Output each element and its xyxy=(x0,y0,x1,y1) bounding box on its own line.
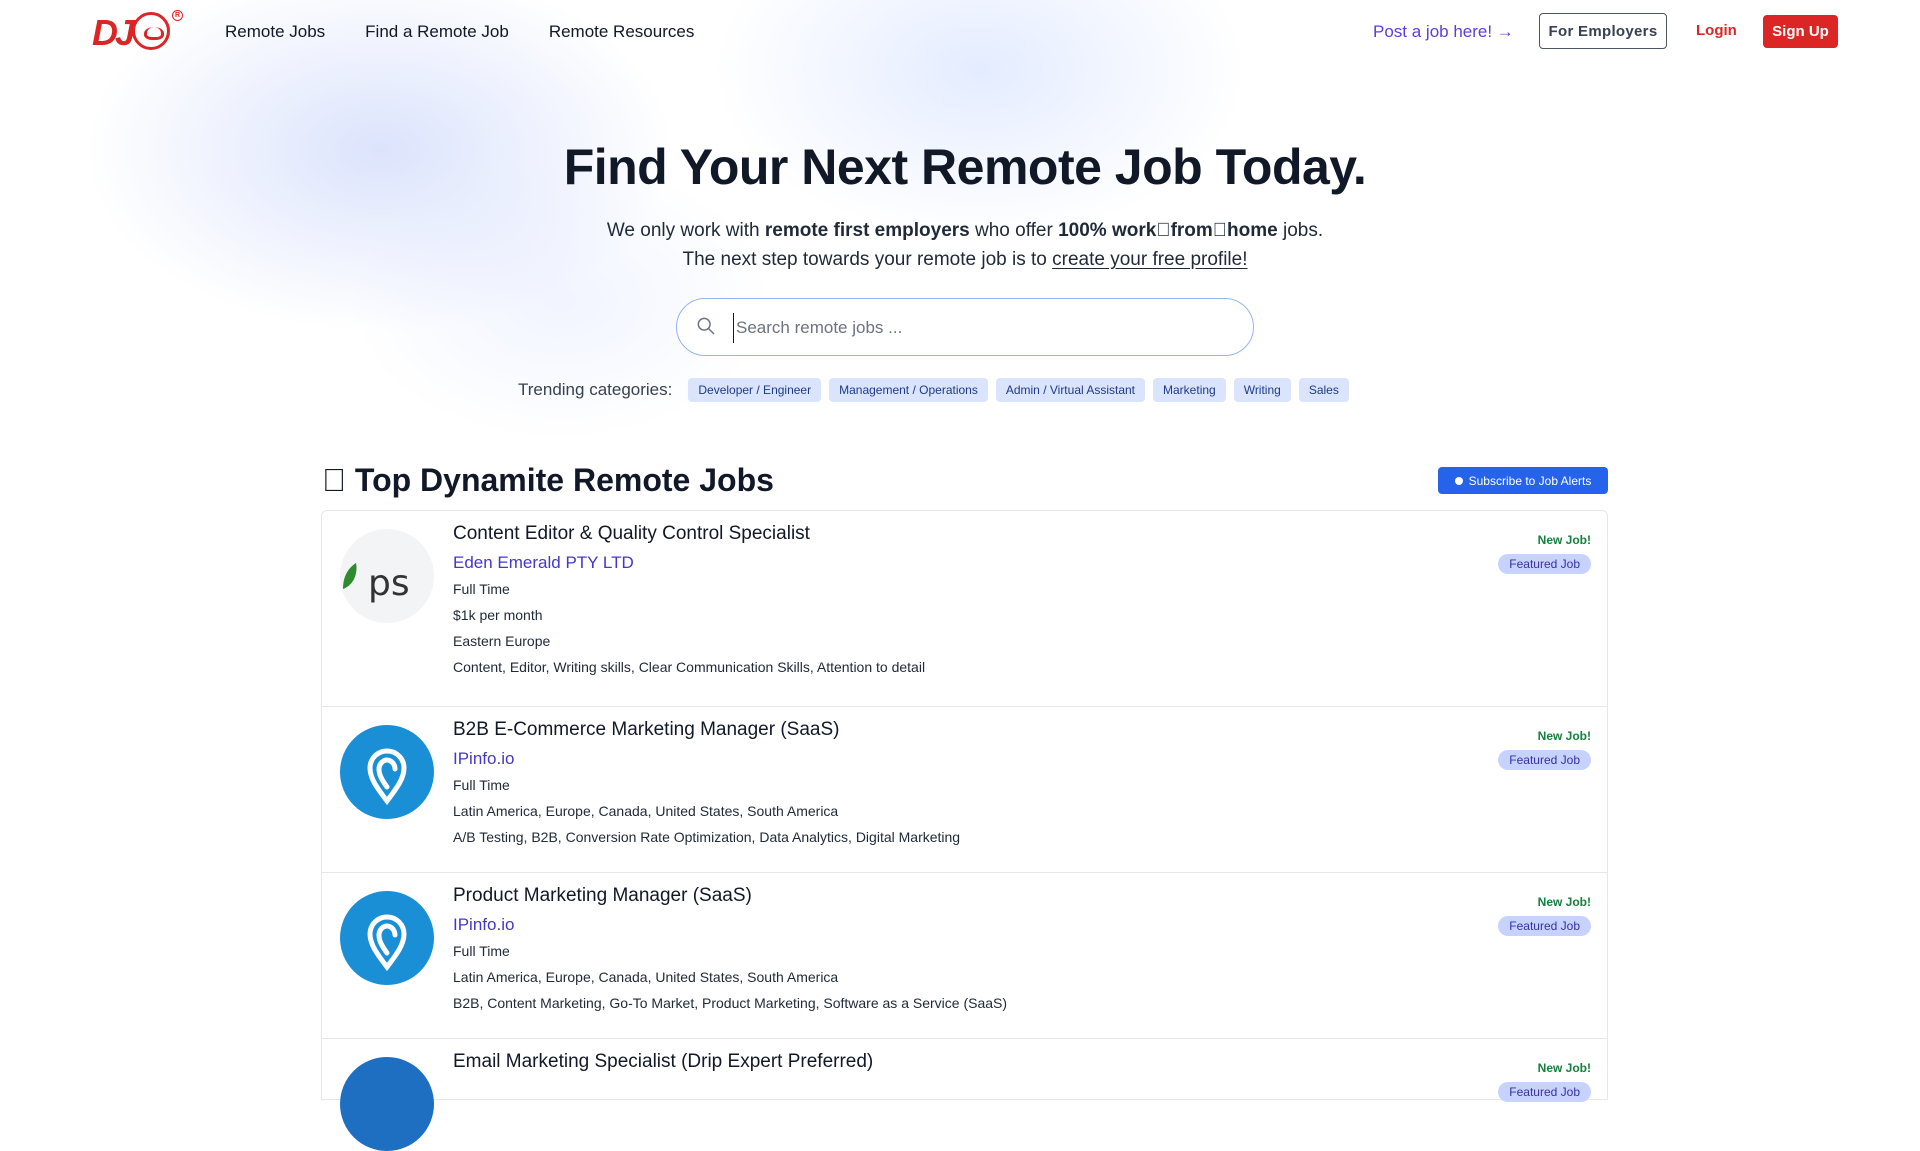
company-logo: ps xyxy=(340,529,434,623)
site-header: DJ R Remote Jobs Find a Remote Job Remot… xyxy=(0,0,1920,64)
subtitle-emphasis: remote first employers xyxy=(764,220,970,241)
job-type: Full Time xyxy=(453,943,510,959)
company-name[interactable]: IPinfo.io xyxy=(453,915,1007,935)
job-badges: New Job! Featured Job xyxy=(1498,533,1591,574)
category-chip-writing[interactable]: Writing xyxy=(1233,378,1291,402)
job-location: Eastern Europe xyxy=(453,633,551,649)
logo-text: DJ xyxy=(92,12,135,53)
site-logo[interactable]: DJ R xyxy=(92,10,183,54)
job-type: Full Time xyxy=(453,777,510,793)
job-tags: B2B, Content Marketing, Go-To Market, Pr… xyxy=(453,995,1008,1011)
category-chip-developer[interactable]: Developer / Engineer xyxy=(688,378,822,402)
create-profile-link[interactable]: create your free profile! xyxy=(1052,249,1247,270)
job-tags: A/B Testing, B2B, Conversion Rate Optimi… xyxy=(453,829,961,845)
job-badges: New Job! Featured Job xyxy=(1498,1061,1591,1102)
svg-text:ps: ps xyxy=(368,563,410,604)
nav-remote-resources[interactable]: Remote Resources xyxy=(549,22,695,42)
job-salary: $1k per month xyxy=(453,607,543,623)
sign-up-button[interactable]: Sign Up xyxy=(1763,15,1838,48)
job-title[interactable]: Content Editor & Quality Control Special… xyxy=(453,523,925,545)
location-pin-icon xyxy=(367,914,407,972)
subtitle-text: jobs. xyxy=(1277,220,1324,241)
company-logo xyxy=(340,1057,434,1151)
company-logo xyxy=(340,891,434,985)
login-link[interactable]: Login xyxy=(1696,22,1737,39)
category-chip-marketing[interactable]: Marketing xyxy=(1153,378,1226,402)
category-chip-admin[interactable]: Admin / Virtual Assistant xyxy=(995,378,1146,402)
job-location: Latin America, Europe, Canada, United St… xyxy=(453,803,839,819)
featured-job-badge: Featured Job xyxy=(1498,554,1591,574)
new-job-badge: New Job! xyxy=(1537,895,1591,909)
company-name[interactable]: IPinfo.io xyxy=(453,749,960,769)
registered-mark-icon: R xyxy=(172,10,183,21)
hero-subtitle-line1: We only work with remote first employers… xyxy=(0,220,1920,242)
subscribe-alerts-button[interactable]: Subscribe to Job Alerts xyxy=(1438,467,1608,494)
nav-find-remote-job[interactable]: Find a Remote Job xyxy=(365,22,509,42)
job-tags: Content, Editor, Writing skills, Clear C… xyxy=(453,659,926,675)
new-job-badge: New Job! xyxy=(1537,1061,1591,1075)
search-box[interactable] xyxy=(676,298,1254,356)
nav-remote-jobs[interactable]: Remote Jobs xyxy=(225,22,325,42)
eden-emerald-logo-icon: ps xyxy=(343,563,410,604)
company-logo xyxy=(340,725,434,819)
job-title[interactable]: Product Marketing Manager (SaaS) xyxy=(453,885,1007,907)
category-chip-sales[interactable]: Sales xyxy=(1298,378,1349,402)
page-title: Find Your Next Remote Job Today. xyxy=(563,139,1367,195)
job-location: Latin America, Europe, Canada, United St… xyxy=(453,969,839,985)
post-job-link[interactable]: Post a job here! → xyxy=(1373,22,1514,42)
section-title:   Top Dynamite Remote Jobs xyxy=(322,462,774,498)
featured-job-badge: Featured Job xyxy=(1498,1082,1591,1102)
subtitle-emphasis: 100% work from home xyxy=(1058,220,1278,241)
job-details: B2B E-Commerce Marketing Manager (SaaS) … xyxy=(453,719,960,855)
company-name[interactable]: Eden Emerald PTY LTD xyxy=(453,553,925,573)
subtitle-text: who offer xyxy=(969,220,1059,241)
for-employers-button[interactable]: For Employers xyxy=(1539,13,1667,49)
search-icon xyxy=(697,317,715,335)
subtitle-text: We only work with xyxy=(606,220,765,241)
main-nav: Remote Jobs Find a Remote Job Remote Res… xyxy=(225,22,694,42)
hero-subtitle-line2: The next step towards your remote job is… xyxy=(0,249,1920,271)
trending-categories: Trending categories: Developer / Enginee… xyxy=(518,378,1349,402)
location-pin-icon xyxy=(367,748,407,806)
bell-icon xyxy=(1454,476,1463,485)
new-job-badge: New Job! xyxy=(1537,533,1591,547)
search-input[interactable] xyxy=(733,313,1218,343)
job-title[interactable]: Email Marketing Specialist (Drip Expert … xyxy=(453,1051,873,1073)
job-title[interactable]: B2B E-Commerce Marketing Manager (SaaS) xyxy=(453,719,960,741)
new-job-badge: New Job! xyxy=(1537,729,1591,743)
subtitle-text: The next step towards your remote job is… xyxy=(682,249,1053,270)
job-card[interactable]: B2B E-Commerce Marketing Manager (SaaS) … xyxy=(322,707,1607,873)
featured-job-badge: Featured Job xyxy=(1498,750,1591,770)
job-card[interactable]: Email Marketing Specialist (Drip Expert … xyxy=(322,1039,1607,1151)
job-type: Full Time xyxy=(453,581,510,597)
job-list: ps Content Editor & Quality Control Spec… xyxy=(321,510,1608,1151)
category-chip-management[interactable]: Management / Operations xyxy=(829,378,988,402)
job-details: Content Editor & Quality Control Special… xyxy=(453,523,925,685)
featured-job-badge: Featured Job xyxy=(1498,916,1591,936)
job-badges: New Job! Featured Job xyxy=(1498,895,1591,936)
trending-label: Trending categories: xyxy=(518,380,673,399)
job-badges: New Job! Featured Job xyxy=(1498,729,1591,770)
job-details: Email Marketing Specialist (Drip Expert … xyxy=(453,1051,873,1081)
job-card[interactable]: Product Marketing Manager (SaaS) IPinfo.… xyxy=(322,873,1607,1039)
job-details: Product Marketing Manager (SaaS) IPinfo.… xyxy=(453,885,1007,1021)
job-card[interactable]: ps Content Editor & Quality Control Spec… xyxy=(322,511,1607,707)
subscribe-label: Subscribe to Job Alerts xyxy=(1468,473,1592,488)
logo-emblem-icon xyxy=(132,12,170,50)
